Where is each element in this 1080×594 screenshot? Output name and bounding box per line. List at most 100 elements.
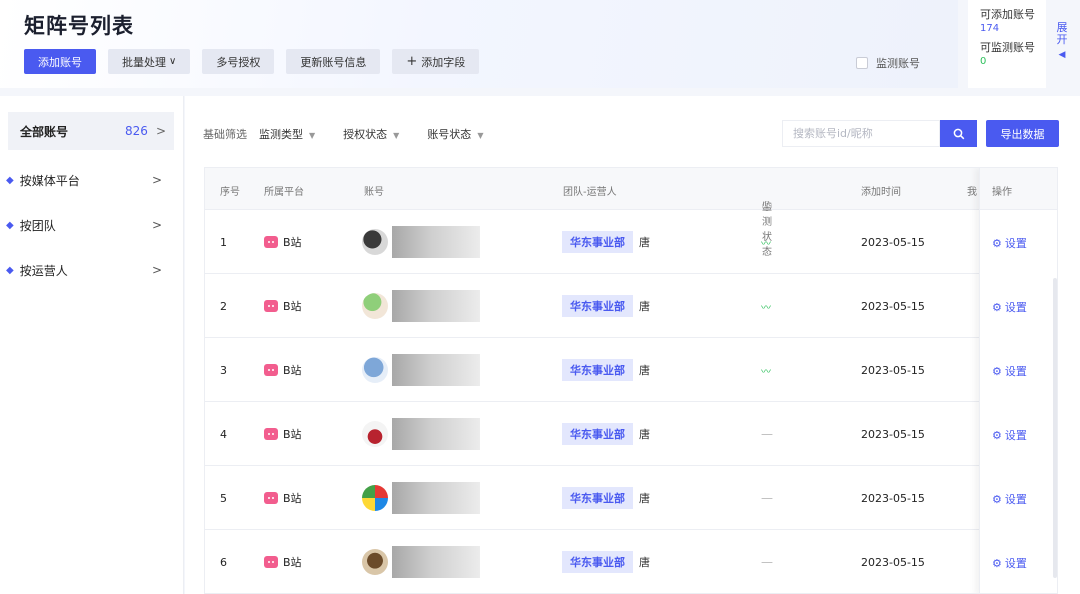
table-row: 6 B站 华东事业部唐 — 2023-05-15 (205, 530, 1057, 593)
sidebar-item-operator[interactable]: ◆ 按运营人 > (6, 258, 162, 282)
settings-link[interactable]: ⚙ 设置 (992, 427, 1027, 443)
col-index: 序号 (220, 187, 240, 198)
table-header: 序号 所属平台 账号 团队-运营人 监测状态 ⓘ 添加时间 我 (205, 168, 1057, 258)
update-info-button[interactable]: 更新账号信息 (286, 49, 381, 74)
avatar (362, 421, 388, 447)
monitor-status: — (761, 555, 773, 569)
settings-link[interactable]: ⚙ 设置 (992, 491, 1027, 507)
account-status-label: 账号状态 (427, 128, 472, 141)
search-input[interactable] (782, 120, 940, 147)
batch-process-button[interactable]: 批量处理 ∨ (108, 49, 191, 74)
settings-label: 设置 (1004, 237, 1027, 250)
export-data-button[interactable]: 导出数据 (986, 120, 1059, 147)
add-field-label: 添加字段 (421, 55, 466, 69)
avatar (362, 549, 388, 575)
multi-auth-button[interactable]: 多号授权 (202, 49, 275, 74)
avatar (362, 357, 388, 383)
bilibili-icon (264, 556, 278, 568)
expand-label-2: 开 (1056, 33, 1068, 46)
action-header: 操作 (980, 168, 1057, 210)
table-row: 2 B站 华东事业部唐 〰 2023-05-15 (205, 274, 1057, 338)
chevron-down-icon: ∨ (169, 56, 177, 67)
settings-link[interactable]: ⚙ 设置 (992, 235, 1027, 251)
monitor-status: 〰 (761, 366, 771, 378)
team-badge: 华东事业部 (562, 423, 633, 445)
team-cell: 华东事业部唐 (562, 210, 650, 274)
account-cell[interactable] (362, 338, 480, 402)
monitorable-value: 0 (980, 56, 987, 67)
action-column: 操作 ⚙ 设置 ⚙ 设置 ⚙ 设置 ⚙ 设置 ⚙ 设置 ⚙ 设置 (979, 168, 1057, 593)
bilibili-icon (264, 492, 278, 504)
team-cell: 华东事业部唐 (562, 466, 650, 530)
sidebar-item-team[interactable]: ◆ 按团队 > (6, 213, 162, 237)
settings-label: 设置 (1004, 557, 1027, 570)
page-title: 矩阵号列表 (24, 14, 134, 38)
platform-name: B站 (283, 364, 302, 377)
main-panel: 基础筛选 监测类型 ▼ 授权状态 ▼ 账号状态 ▼ 导出数据 序号 所属平台 账号 团… (185, 96, 1080, 594)
table-row: 3 B站 华东事业部唐 〰 2023-05-15 (205, 338, 1057, 402)
plus-icon: + (406, 54, 418, 69)
row-index: 1 (220, 235, 227, 249)
platform-cell: B站 (264, 530, 302, 593)
added-date: 2023-05-15 (861, 235, 925, 249)
account-status-dropdown[interactable]: 账号状态 ▼ (427, 126, 483, 142)
bilibili-icon (264, 300, 278, 312)
table-row: 1 B站 华东事业部唐 〰 2023-05-15 (205, 210, 1057, 274)
add-account-button[interactable]: 添加账号 (24, 49, 96, 74)
platform-cell: B站 (264, 210, 302, 274)
expand-toggle[interactable]: 展 开 ◀ (1052, 22, 1072, 61)
checkbox-box[interactable] (856, 57, 868, 69)
account-cell[interactable] (362, 530, 480, 593)
gear-icon: ⚙ (992, 428, 1002, 442)
settings-link[interactable]: ⚙ 设置 (992, 363, 1027, 379)
team-cell: 华东事业部唐 (562, 402, 650, 466)
monitor-account-label: 监测账号 (876, 57, 920, 70)
add-field-button[interactable]: + 添加字段 (392, 49, 480, 74)
filter-bar: 基础筛选 监测类型 ▼ 授权状态 ▼ 账号状态 ▼ (203, 126, 511, 142)
added-date: 2023-05-15 (861, 363, 925, 377)
monitor-account-checkbox[interactable]: 监测账号 (856, 55, 920, 71)
triangle-left-icon: ◀ (1058, 50, 1066, 60)
addable-value: 174 (980, 23, 1000, 34)
monitor-type-label: 监测类型 (259, 128, 303, 141)
team-badge: 华东事业部 (562, 295, 633, 317)
team-badge: 华东事业部 (562, 487, 633, 509)
account-cell[interactable] (362, 466, 480, 530)
account-cell[interactable] (362, 274, 480, 338)
blurred-account-info (392, 418, 480, 450)
account-cell[interactable] (362, 210, 480, 274)
gear-icon: ⚙ (992, 236, 1002, 250)
gear-icon: ⚙ (992, 300, 1002, 314)
monitor-type-dropdown[interactable]: 监测类型 ▼ (259, 126, 315, 142)
avatar (362, 229, 388, 255)
monitor-status: 〰 (761, 238, 771, 250)
platform-cell: B站 (264, 274, 302, 338)
gear-icon: ⚙ (992, 556, 1002, 570)
operator-name: 唐 (639, 236, 650, 249)
settings-link[interactable]: ⚙ 设置 (992, 299, 1027, 315)
col-action: 操作 (992, 187, 1012, 198)
table-row: 4 B站 华东事业部唐 — 2023-05-15 (205, 402, 1057, 466)
operator-name: 唐 (639, 428, 650, 441)
sidebar-item-label: 按运营人 (19, 263, 68, 278)
auth-status-label: 授权状态 (343, 128, 388, 141)
table-scrollbar[interactable] (1053, 278, 1057, 578)
col-added: 添加时间 (861, 187, 901, 198)
settings-link[interactable]: ⚙ 设置 (992, 555, 1027, 571)
platform-name: B站 (283, 236, 302, 249)
sidebar-item-label: 按媒体平台 (19, 173, 80, 188)
blurred-account-info (392, 354, 480, 386)
platform-cell: B站 (264, 338, 302, 402)
bilibili-icon (264, 428, 278, 440)
avatar (362, 293, 388, 319)
row-index: 5 (220, 491, 227, 505)
diamond-icon: ◆ (6, 174, 14, 186)
search-button[interactable] (940, 120, 977, 147)
sidebar-item-platform[interactable]: ◆ 按媒体平台 > (6, 168, 162, 192)
sidebar-item-all[interactable]: 全部账号 826 > (8, 112, 174, 150)
account-cell[interactable] (362, 402, 480, 466)
diamond-icon: ◆ (6, 264, 14, 276)
auth-status-dropdown[interactable]: 授权状态 ▼ (343, 126, 399, 142)
added-date: 2023-05-15 (861, 555, 925, 569)
row-index: 4 (220, 427, 227, 441)
